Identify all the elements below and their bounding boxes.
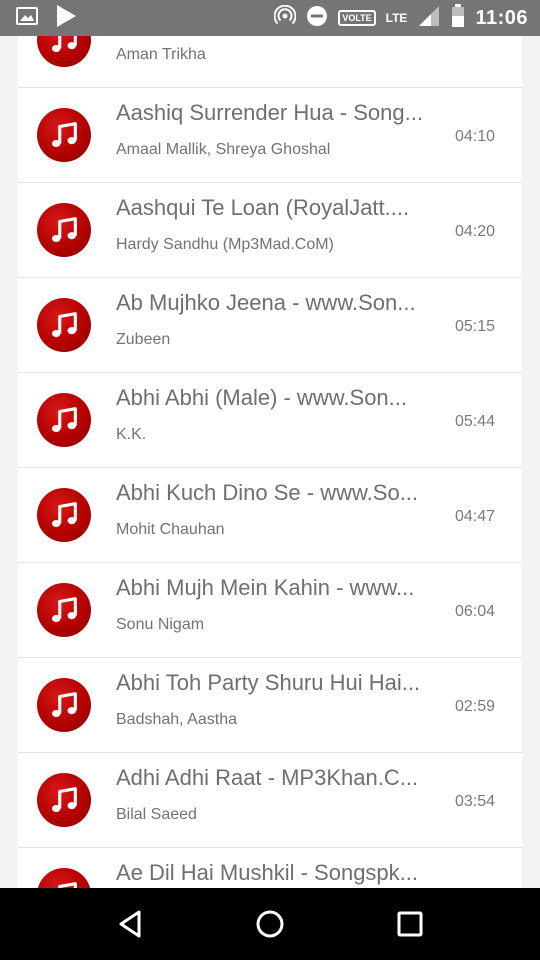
song-row[interactable]: Aashqui Te Loan (RoyalJatt.... Hardy San… bbox=[18, 183, 522, 278]
song-row[interactable]: Abhi Abhi (Male) - www.Son... K.K. 05:44 bbox=[18, 373, 522, 468]
song-duration: 04:20 bbox=[454, 223, 495, 240]
song-title: Adhi Adhi Raat - MP3Khan.C... bbox=[116, 765, 419, 790]
back-icon[interactable] bbox=[100, 894, 160, 954]
song-duration: 05:44 bbox=[454, 413, 495, 430]
volte-badge: VOLTE bbox=[338, 10, 376, 26]
song-artist: Amaal Mallik, Shreya Ghoshal bbox=[116, 141, 331, 158]
recents-icon[interactable] bbox=[380, 894, 440, 954]
song-title: Abhi Kuch Dino Se - www.So... bbox=[116, 480, 419, 505]
image-icon bbox=[16, 6, 38, 30]
song-title: Abhi Abhi (Male) - www.Son... bbox=[116, 385, 408, 410]
song-duration: 05:15 bbox=[454, 318, 495, 335]
music-note-icon bbox=[37, 583, 91, 637]
song-row[interactable]: Abhi Toh Party Shuru Hui Hai... Badshah,… bbox=[18, 658, 522, 753]
music-note-icon bbox=[37, 868, 91, 888]
music-note-icon bbox=[37, 678, 91, 732]
song-row[interactable]: Abhi Kuch Dino Se - www.So... Mohit Chau… bbox=[18, 468, 522, 563]
music-note-icon bbox=[37, 36, 91, 67]
song-artist: Hardy Sandhu (Mp3Mad.CoM) bbox=[116, 236, 334, 253]
song-duration: 04:47 bbox=[454, 508, 495, 525]
song-title: Abhi Toh Party Shuru Hui Hai... bbox=[116, 670, 421, 695]
music-note-icon bbox=[37, 488, 91, 542]
navigation-bar bbox=[0, 888, 540, 960]
music-note-icon bbox=[37, 393, 91, 447]
song-artist: Sonu Nigam bbox=[116, 616, 205, 633]
song-artist: Zubeen bbox=[116, 331, 171, 348]
song-artist: Bilal Saeed bbox=[116, 806, 197, 823]
clock: 11:06 bbox=[475, 6, 528, 29]
lte-label: LTE bbox=[385, 11, 408, 25]
song-duration: 02:59 bbox=[454, 698, 495, 715]
song-row[interactable]: Abhi Mujh Mein Kahin - www... Sonu Nigam… bbox=[18, 563, 522, 658]
song-artist: Aman Trikha bbox=[116, 46, 206, 63]
song-artist: Badshah, Aastha bbox=[116, 711, 237, 728]
song-artist: Mohit Chauhan bbox=[116, 521, 225, 538]
signal-icon bbox=[417, 5, 441, 32]
song-row[interactable]: Ab Mujhko Jeena - www.Son... Zubeen 05:1… bbox=[18, 278, 522, 373]
song-row[interactable]: Aashiq Surrender Hua - Song... Amaal Mal… bbox=[18, 88, 522, 183]
song-row[interactable]: Adhi Adhi Raat - MP3Khan.C... Bilal Saee… bbox=[18, 753, 522, 848]
song-duration: 06:04 bbox=[454, 603, 495, 620]
dnd-icon bbox=[306, 5, 328, 32]
song-title: Abhi Mujh Mein Kahin - www... bbox=[116, 575, 415, 600]
song-title: Aashiq Surrender Hua - Song... bbox=[116, 100, 423, 125]
status-bar: VOLTE LTE 11:06 bbox=[0, 0, 540, 36]
song-list[interactable]: Aman Trikha Aashiq Surrender Hua - Song.… bbox=[0, 36, 540, 888]
song-row[interactable]: Ae Dil Hai Mushkil - Songspk... bbox=[18, 848, 522, 888]
song-title: Aashqui Te Loan (RoyalJatt.... bbox=[116, 195, 410, 220]
song-artist: K.K. bbox=[116, 426, 147, 443]
play-store-icon bbox=[54, 3, 78, 34]
home-icon[interactable] bbox=[240, 894, 300, 954]
battery-icon bbox=[451, 3, 465, 33]
hotspot-icon bbox=[273, 4, 297, 32]
music-note-icon bbox=[37, 773, 91, 827]
song-title: Ae Dil Hai Mushkil - Songspk... bbox=[116, 860, 418, 885]
music-note-icon bbox=[37, 298, 91, 352]
song-duration: 03:54 bbox=[454, 793, 495, 810]
song-row[interactable]: Aman Trikha bbox=[18, 36, 522, 88]
music-note-icon bbox=[37, 108, 91, 162]
song-duration: 04:10 bbox=[454, 128, 495, 145]
song-title: Ab Mujhko Jeena - www.Son... bbox=[116, 290, 416, 315]
music-note-icon bbox=[37, 203, 91, 257]
